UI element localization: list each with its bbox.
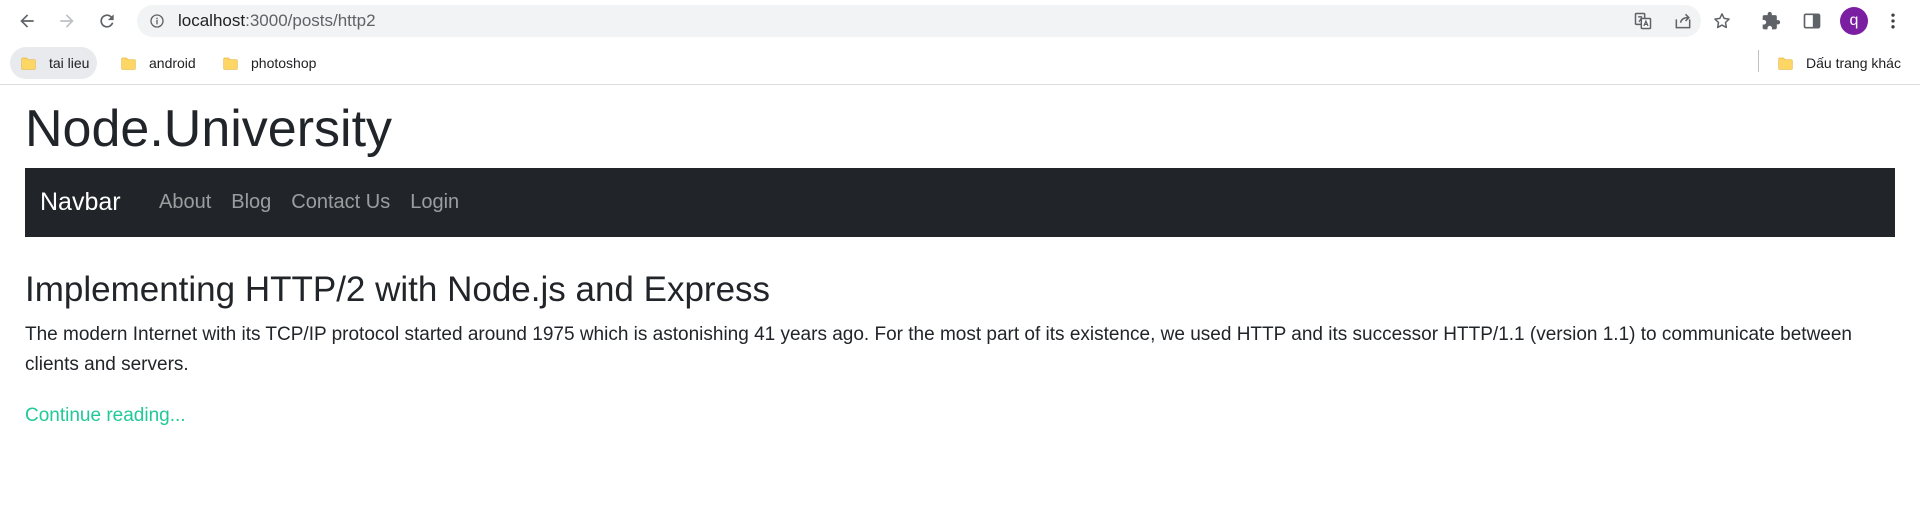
side-panel-button[interactable]	[1800, 9, 1824, 33]
folder-icon	[223, 57, 238, 70]
forward-button[interactable]	[52, 6, 82, 36]
share-button[interactable]	[1671, 9, 1695, 33]
bookmarks-divider	[1758, 50, 1759, 72]
folder-icon	[21, 57, 36, 70]
address-bar[interactable]: localhost:3000/posts/http2	[137, 5, 1730, 37]
nav-link-login[interactable]: Login	[400, 168, 469, 237]
back-button[interactable]	[12, 6, 42, 36]
bookmark-label: Dấu trang khác	[1806, 55, 1901, 71]
bookmark-label: photoshop	[251, 55, 317, 71]
puzzle-icon	[1762, 11, 1781, 30]
other-bookmarks-folder[interactable]: Dấu trang khác	[1767, 47, 1909, 79]
reload-button[interactable]	[92, 6, 122, 36]
reload-icon	[100, 14, 114, 28]
nav-link-contact-us[interactable]: Contact Us	[281, 168, 400, 237]
folder-icon	[121, 57, 136, 70]
bookmark-label: tai lieu	[49, 55, 90, 71]
kebab-menu-icon	[1891, 13, 1895, 29]
back-arrow-icon	[20, 14, 34, 28]
bookmark-star-button[interactable]	[1710, 9, 1734, 33]
bookmarks-bar: tai lieu android photoshop Dấu trang khá…	[0, 42, 1920, 85]
info-icon[interactable]	[149, 13, 165, 29]
post-excerpt: The modern Internet with its TCP/IP prot…	[25, 324, 1852, 375]
url-path: :3000/posts/http2	[245, 11, 376, 30]
url-text[interactable]: localhost:3000/posts/http2	[178, 5, 376, 37]
folder-icon	[1778, 57, 1793, 70]
extensions-button[interactable]	[1759, 9, 1783, 33]
bookmark-folder-photoshop[interactable]: photoshop	[212, 47, 324, 79]
forward-arrow-icon	[60, 14, 74, 28]
browser-menu-button[interactable]	[1881, 9, 1905, 33]
navbar: Navbar About Blog Contact Us Login	[25, 168, 1895, 237]
bookmark-folder-tai-lieu[interactable]: tai lieu	[10, 47, 98, 79]
translate-button[interactable]	[1631, 9, 1655, 33]
nav-link-blog[interactable]: Blog	[221, 168, 281, 237]
post-title: Implementing HTTP/2 with Node.js and Exp…	[25, 270, 771, 309]
side-panel-icon	[1803, 13, 1821, 29]
url-host: localhost	[178, 11, 246, 30]
share-icon	[1675, 13, 1691, 29]
profile-avatar[interactable]: q	[1840, 7, 1868, 35]
star-icon	[1714, 13, 1730, 29]
continue-reading-link[interactable]: Continue reading...	[25, 401, 186, 431]
bookmark-label: android	[149, 55, 196, 71]
nav-links: About Blog Contact Us Login	[149, 168, 469, 237]
site-title: Node.University	[25, 100, 393, 158]
browser-toolbar: localhost:3000/posts/http2 q	[0, 0, 1920, 42]
navbar-brand[interactable]: Navbar	[40, 168, 121, 237]
nav-link-about[interactable]: About	[149, 168, 221, 237]
bookmark-folder-android[interactable]: android	[110, 47, 204, 79]
translate-icon	[1634, 12, 1652, 30]
